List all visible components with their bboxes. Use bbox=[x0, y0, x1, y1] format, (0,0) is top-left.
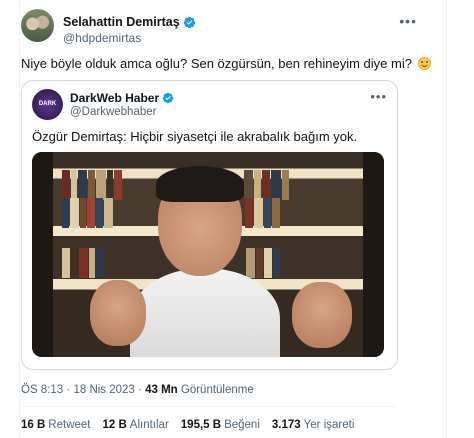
shirt bbox=[130, 268, 280, 357]
right-hand bbox=[292, 282, 352, 348]
tweet-stats: 16 B Retweet 12 B Alıntılar 195,5 B Beğeni … bbox=[21, 419, 354, 431]
quoted-avatar[interactable]: DARK WEB bbox=[32, 89, 63, 138]
author-name-row[interactable]: Selahattin Demirtaş bbox=[63, 15, 196, 29]
avatar[interactable] bbox=[21, 9, 54, 42]
divider bbox=[21, 406, 396, 407]
hair bbox=[156, 166, 244, 202]
speaker-figure bbox=[130, 160, 280, 357]
quotes-count: 12 B bbox=[102, 419, 127, 431]
meta-separator: · bbox=[138, 384, 142, 396]
right-border bbox=[446, 0, 447, 438]
retweets-count: 16 B bbox=[21, 419, 46, 431]
likes-count: 195,5 B bbox=[180, 419, 222, 431]
views-count: 43 Mn bbox=[145, 384, 178, 396]
retweets-stat[interactable]: 16 B Retweet bbox=[21, 419, 90, 431]
tweet-text: Niye böyle olduk amca oğlu? Sen özgürsün… bbox=[21, 56, 431, 71]
tweet-date[interactable]: 18 Nis 2023 bbox=[73, 384, 134, 396]
left-border bbox=[19, 0, 20, 438]
tweet-meta: ÖS 8:13 · 18 Nis 2023 · 43 Mn Görüntülen… bbox=[21, 384, 254, 396]
bookmarks-count: 3.173 bbox=[271, 419, 301, 431]
quoted-author-row: DarkWeb Haber bbox=[70, 91, 174, 105]
left-hand bbox=[90, 280, 146, 346]
tweet-text-content: Niye böyle olduk amca oğlu? Sen özgürsün… bbox=[21, 56, 412, 71]
quoted-author-handle[interactable]: @Darkwebhaber bbox=[70, 106, 156, 118]
verified-badge-icon bbox=[183, 16, 195, 28]
quoted-author-name[interactable]: DarkWeb Haber bbox=[70, 91, 159, 105]
video-thumbnail[interactable] bbox=[32, 152, 384, 357]
author-name[interactable]: Selahattin Demirtaş bbox=[63, 15, 180, 29]
bookmarks-stat[interactable]: 3.173 Yer işareti bbox=[272, 419, 355, 431]
retweets-label: Retweet bbox=[48, 419, 91, 431]
blush-emoji-icon bbox=[417, 57, 431, 70]
likes-label: Beğeni bbox=[224, 419, 260, 431]
meta-separator: · bbox=[66, 384, 71, 396]
more-icon[interactable]: ••• bbox=[399, 13, 417, 29]
quoted-tweet[interactable]: DARK WEB DarkWeb Haber @Darkwebhaber •••… bbox=[21, 80, 398, 370]
views-label: Görüntülenme bbox=[180, 384, 254, 396]
quotes-stat[interactable]: 12 B Alıntılar bbox=[102, 419, 168, 431]
tweet-header: Selahattin Demirtaş @hdpdemirtas ••• bbox=[21, 9, 417, 53]
quoted-tweet-text: Özgür Demirtaş: Hiçbir siyasetçi ile akr… bbox=[32, 129, 358, 144]
more-icon[interactable]: ••• bbox=[370, 89, 387, 104]
tweet-time[interactable]: ÖS 8:13 bbox=[21, 384, 63, 396]
quotes-label: Alıntılar bbox=[129, 419, 169, 431]
likes-stat[interactable]: 195,5 B Beğeni bbox=[181, 419, 260, 431]
bookmarks-label: Yer işareti bbox=[303, 419, 355, 431]
verified-badge-icon bbox=[162, 92, 174, 104]
author-handle[interactable]: @hdpdemirtas bbox=[63, 31, 141, 45]
